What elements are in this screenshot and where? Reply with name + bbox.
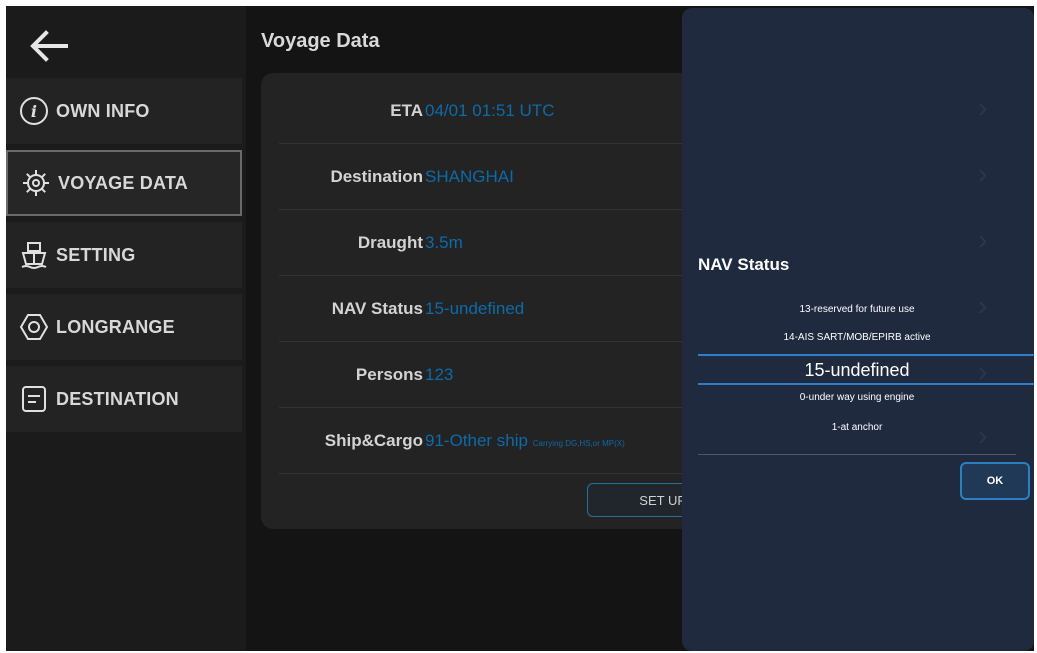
- row-value: 04/01 01:51 UTC: [425, 101, 555, 120]
- sidebar-item-label: OWN INFO: [56, 100, 150, 121]
- row-value: SHANGHAI: [425, 167, 514, 186]
- voyage-data-card: ETA 04/01 01:51 UTC Destination SHANGHAI…: [261, 73, 721, 529]
- screen: i OWN INFO VOYAGE DATA SETTING LONGRANGE…: [6, 6, 1034, 651]
- row-label: Destination: [330, 167, 423, 186]
- ship-wheel-icon: [20, 167, 52, 199]
- sidebar-item-setting[interactable]: SETTING: [6, 222, 242, 288]
- row-label: ETA: [390, 101, 423, 120]
- sidebar-item-own-info[interactable]: i OWN INFO: [6, 78, 242, 144]
- longrange-icon: [18, 311, 50, 343]
- note-icon: [18, 383, 50, 415]
- dialog-divider: [698, 454, 1016, 455]
- sidebar-item-destination[interactable]: DESTINATION: [6, 366, 242, 432]
- sidebar-item-label: LONGRANGE: [56, 316, 175, 337]
- info-icon: i: [18, 95, 50, 127]
- row-ship-cargo[interactable]: Ship&Cargo 91-Other ship Carrying DG,HS,…: [279, 408, 721, 474]
- back-button[interactable]: [28, 18, 98, 74]
- setup-button[interactable]: SET UP: [587, 483, 697, 517]
- row-label: Persons: [355, 365, 423, 384]
- sidebar-item-label: VOYAGE DATA: [58, 172, 188, 193]
- sidebar-item-voyage-data[interactable]: VOYAGE DATA: [6, 150, 242, 216]
- picker-selection-top-line: [698, 354, 1034, 356]
- chevron-right-icon: ›: [978, 158, 988, 189]
- picker-option[interactable]: 0-under way using engine: [698, 392, 1016, 403]
- chevron-right-icon: ›: [978, 92, 988, 123]
- chevron-right-icon: ›: [978, 224, 988, 255]
- picker-option[interactable]: 1-at anchor: [698, 422, 1016, 433]
- picker-selected-option[interactable]: 15-undefined: [698, 360, 1016, 381]
- sidebar-item-label: DESTINATION: [56, 388, 179, 409]
- ok-button[interactable]: OK: [960, 462, 1030, 500]
- ship-icon: [18, 239, 50, 271]
- row-destination[interactable]: Destination SHANGHAI: [279, 144, 721, 210]
- row-value: 3.5m: [425, 233, 463, 252]
- picker-selection-bottom-line: [698, 383, 1034, 385]
- row-value: 91-Other ship Carrying DG,HS,or MP(X): [425, 408, 625, 473]
- nav-status-dialog: › › › › › › NAV Status 13-reserved for f…: [682, 8, 1034, 651]
- ship-cargo-value: 91-Other ship: [425, 431, 528, 450]
- row-persons[interactable]: Persons 123: [279, 342, 721, 408]
- ship-cargo-note: Carrying DG,HS,or MP(X): [532, 439, 625, 448]
- row-label: Draught: [357, 233, 423, 252]
- sidebar-item-longrange[interactable]: LONGRANGE: [6, 294, 242, 360]
- dialog-title: NAV Status: [698, 255, 790, 274]
- back-arrow-icon: [30, 30, 68, 62]
- row-value: 123: [425, 365, 454, 384]
- sidebar: i OWN INFO VOYAGE DATA SETTING LONGRANGE…: [6, 6, 246, 651]
- row-nav-status[interactable]: NAV Status 15-undefined: [279, 276, 721, 342]
- row-label: Ship&Cargo: [324, 431, 423, 450]
- row-eta[interactable]: ETA 04/01 01:51 UTC: [279, 78, 721, 144]
- picker-option[interactable]: 14-AIS SART/MOB/EPIRB active: [698, 332, 1016, 343]
- row-draught[interactable]: Draught 3.5m: [279, 210, 721, 276]
- row-label: NAV Status: [331, 299, 423, 318]
- svg-text:i: i: [31, 102, 37, 121]
- row-value: 15-undefined: [425, 299, 525, 318]
- picker-option[interactable]: 13-reserved for future use: [698, 304, 1016, 315]
- page-title: Voyage Data: [261, 30, 380, 52]
- sidebar-item-label: SETTING: [56, 244, 136, 265]
